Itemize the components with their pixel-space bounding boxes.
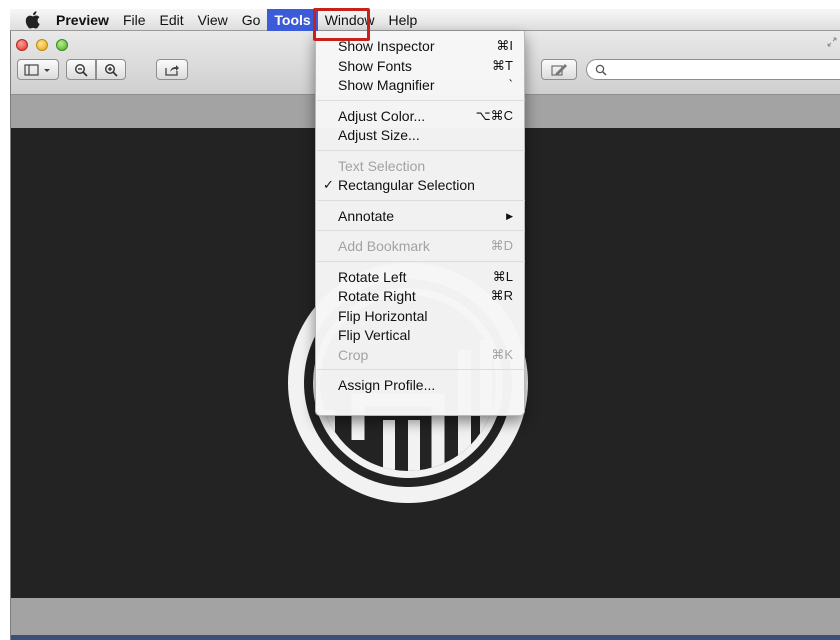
- document-bottom-margin: [11, 598, 840, 635]
- minimize-window-button[interactable]: [36, 39, 48, 51]
- menu-item-shortcut: ⌘K: [491, 346, 513, 362]
- share-button[interactable]: [156, 59, 188, 80]
- menu-item-add-bookmark: Add Bookmark ⌘D: [316, 236, 526, 256]
- menu-item-annotate[interactable]: Annotate ▶: [316, 206, 526, 226]
- pencil-icon: [551, 63, 567, 76]
- search-input[interactable]: [611, 62, 811, 77]
- window-bottom-edge: [11, 635, 840, 640]
- menu-item-shortcut: ⌘T: [492, 57, 513, 73]
- zoom-in-icon: [104, 63, 118, 77]
- menu-item-label: Crop: [338, 346, 369, 363]
- menu-item-rectangular-selection[interactable]: ✓ Rectangular Selection: [316, 175, 526, 195]
- menu-go[interactable]: Go: [235, 9, 268, 31]
- close-window-button[interactable]: [16, 39, 28, 51]
- menu-item-label: Show Magnifier: [338, 77, 435, 93]
- menu-item-rotate-right[interactable]: Rotate Right ⌘R: [316, 286, 526, 306]
- search-field[interactable]: [586, 59, 840, 80]
- menu-item-label: Text Selection: [338, 157, 426, 174]
- view-menu-button[interactable]: [17, 59, 59, 80]
- menu-item-label: Rectangular Selection: [338, 177, 475, 193]
- zoom-out-icon: [74, 63, 88, 77]
- menu-item-shortcut: ⌘D: [490, 238, 513, 253]
- menu-edit[interactable]: Edit: [153, 9, 191, 31]
- menu-item-shortcut: ⌘R: [490, 288, 513, 303]
- menu-item-crop: Crop ⌘K: [316, 345, 526, 365]
- menu-item-adjust-size[interactable]: Adjust Size...: [316, 125, 526, 145]
- menu-item-label: Add Bookmark: [338, 238, 430, 254]
- menu-help[interactable]: Help: [382, 9, 425, 31]
- menu-item-shortcut: ⌘I: [496, 38, 513, 53]
- menu-separator: [317, 199, 525, 201]
- menu-separator: [317, 149, 525, 151]
- menu-item-label: Adjust Color...: [338, 107, 426, 124]
- menu-bar: Preview File Edit View Go Tools Window H…: [10, 8, 840, 31]
- menu-item-label: Rotate Left: [338, 268, 407, 285]
- menu-item-show-inspector[interactable]: Show Inspector ⌘I: [316, 36, 526, 56]
- menu-item-flip-vertical[interactable]: Flip Vertical: [316, 325, 526, 345]
- menu-item-flip-horizontal[interactable]: Flip Horizontal: [316, 306, 526, 326]
- zoom-out-button[interactable]: [66, 59, 96, 80]
- menu-item-label: Assign Profile...: [338, 377, 436, 393]
- menu-item-adjust-color[interactable]: Adjust Color... ⌥⌘C: [316, 106, 526, 126]
- share-icon: [165, 64, 179, 76]
- zoom-window-button[interactable]: [56, 39, 68, 51]
- fullscreen-icon[interactable]: [827, 37, 837, 47]
- menu-separator: [317, 369, 525, 370]
- sidebar-view-icon: [24, 63, 50, 76]
- zoom-in-button[interactable]: [96, 59, 126, 80]
- menu-separator: [317, 99, 525, 101]
- apple-icon[interactable]: [24, 10, 42, 29]
- menu-view[interactable]: View: [191, 9, 235, 31]
- menu-app-preview[interactable]: Preview: [56, 9, 116, 31]
- menu-item-label: Show Inspector: [338, 38, 435, 54]
- menu-item-label: Show Fonts: [338, 57, 412, 74]
- menu-separator: [317, 230, 525, 231]
- menu-item-shortcut: `: [508, 77, 513, 92]
- menu-item-rotate-left[interactable]: Rotate Left ⌘L: [316, 267, 526, 287]
- menu-item-shortcut: ⌘L: [492, 268, 513, 284]
- menu-item-label: Adjust Size...: [338, 127, 420, 143]
- menu-tools[interactable]: Tools: [267, 8, 318, 31]
- menu-item-shortcut: ⌥⌘C: [475, 107, 513, 123]
- search-icon: [595, 64, 607, 76]
- menu-item-show-magnifier[interactable]: Show Magnifier `: [316, 75, 526, 95]
- menu-file[interactable]: File: [116, 9, 153, 31]
- menu-separator: [317, 260, 525, 262]
- menu-item-show-fonts[interactable]: Show Fonts ⌘T: [316, 56, 526, 76]
- menu-item-label: Annotate: [338, 207, 395, 224]
- menu-item-text-selection: Text Selection: [316, 156, 526, 176]
- menu-item-label: Flip Horizontal: [338, 307, 428, 324]
- menu-item-assign-profile[interactable]: Assign Profile...: [316, 375, 526, 395]
- menu-window[interactable]: Window: [318, 9, 382, 31]
- submenu-arrow-icon: ▶: [506, 210, 513, 221]
- menu-item-label: Flip Vertical: [338, 327, 411, 343]
- checkmark-icon: ✓: [323, 177, 334, 192]
- tools-menu-dropdown: Show Inspector ⌘I Show Fonts ⌘T Show Magnifi…: [315, 31, 525, 416]
- edit-toolbar-button[interactable]: [541, 59, 577, 80]
- menu-item-label: Rotate Right: [338, 288, 416, 304]
